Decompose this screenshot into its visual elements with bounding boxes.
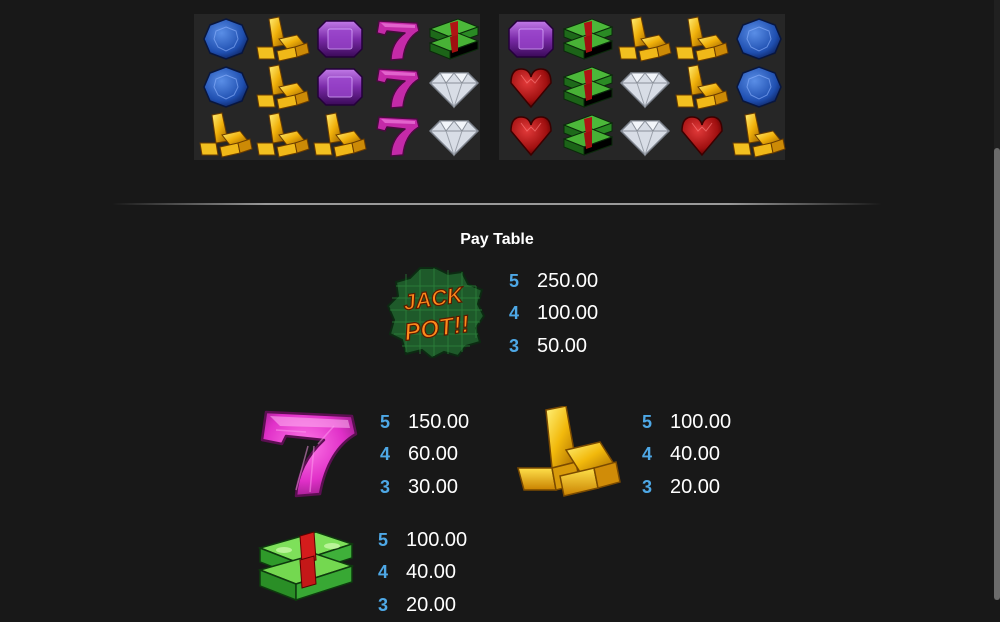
ruby-icon [674, 111, 730, 159]
symbol-count: 3 [378, 594, 389, 615]
sapphire-icon [731, 63, 787, 111]
gold-icon [674, 15, 730, 63]
cash-icon [560, 111, 616, 159]
symbol-count: 5 [642, 411, 653, 432]
symbol-count: 5 [380, 411, 391, 432]
sapphire-icon [198, 15, 254, 63]
gold-icon [617, 15, 673, 63]
seven-icon [369, 15, 425, 63]
reel-grid-example-1 [194, 14, 480, 160]
paytable-title: Pay Table [460, 231, 534, 248]
jackpot-icon: JACK POT!! [386, 266, 486, 360]
payout-amount: 100.00 [406, 528, 468, 551]
gold-bars-icon [516, 405, 624, 500]
scrollbar[interactable] [994, 0, 1000, 600]
gold-icon [312, 111, 368, 159]
symbol-count: 4 [378, 562, 389, 583]
payout-amount: 40.00 [406, 561, 457, 584]
seven-payouts: 5 150.00 4 60.00 3 30.00 [380, 406, 469, 504]
payout-amount: 100.00 [537, 302, 599, 325]
diamond-icon [426, 63, 482, 111]
symbol-count: 4 [509, 303, 520, 324]
payout-amount: 60.00 [408, 443, 459, 466]
diamond-icon [617, 111, 673, 159]
symbol-count: 3 [509, 335, 520, 356]
payout-amount: 40.00 [670, 443, 721, 466]
diamond-icon [617, 63, 673, 111]
payout-amount: 20.00 [670, 475, 721, 498]
amethyst-icon [312, 63, 368, 111]
payout-amount: 150.00 [408, 410, 470, 433]
symbol-count: 5 [509, 270, 520, 291]
payout-row: 5 100.00 [378, 524, 467, 557]
seven-icon [369, 63, 425, 111]
sapphire-icon [731, 15, 787, 63]
payout-row: 4 60.00 [380, 439, 469, 472]
payout-row: 3 20.00 [642, 471, 731, 504]
scrollbar-thumb[interactable] [994, 148, 1000, 600]
diamond-icon [426, 111, 482, 159]
section-divider [112, 203, 882, 205]
amethyst-icon [503, 15, 559, 63]
payout-row: 3 30.00 [380, 471, 469, 504]
symbol-count: 3 [642, 476, 653, 497]
symbol-count: 3 [380, 476, 391, 497]
cash-icon [560, 63, 616, 111]
gold-icon [255, 63, 311, 111]
payout-row: 3 50.00 [509, 330, 598, 363]
symbol-count: 4 [642, 444, 653, 465]
sapphire-icon [198, 63, 254, 111]
payout-row: 5 150.00 [380, 406, 469, 439]
payout-row: 3 20.00 [378, 589, 467, 622]
payout-amount: 30.00 [408, 475, 459, 498]
payout-amount: 250.00 [537, 269, 599, 292]
cash-stack-icon [256, 526, 356, 604]
gold-icon [255, 111, 311, 159]
seven-icon [256, 406, 360, 498]
symbol-count: 5 [378, 529, 389, 550]
gold-icon [198, 111, 254, 159]
cash-icon [560, 15, 616, 63]
payout-amount: 20.00 [406, 593, 457, 616]
cash-icon [426, 15, 482, 63]
gold-icon [674, 63, 730, 111]
payout-row: 5 250.00 [509, 265, 598, 298]
payout-amount: 50.00 [537, 334, 588, 357]
amethyst-icon [312, 15, 368, 63]
payout-row: 4 40.00 [642, 439, 731, 472]
payout-row: 4 40.00 [378, 557, 467, 590]
payout-row: 5 100.00 [642, 406, 731, 439]
payout-row: 4 100.00 [509, 298, 598, 331]
ruby-icon [503, 111, 559, 159]
cash-payouts: 5 100.00 4 40.00 3 20.00 [378, 524, 467, 622]
gold-payouts: 5 100.00 4 40.00 3 20.00 [642, 406, 731, 504]
gold-icon [255, 15, 311, 63]
reel-grid-example-2 [499, 14, 787, 160]
symbol-count: 4 [380, 444, 391, 465]
gold-icon [731, 111, 787, 159]
seven-icon [369, 111, 425, 159]
payout-amount: 100.00 [670, 410, 732, 433]
jackpot-payouts: 5 250.00 4 100.00 3 50.00 [509, 265, 598, 363]
ruby-icon [503, 63, 559, 111]
